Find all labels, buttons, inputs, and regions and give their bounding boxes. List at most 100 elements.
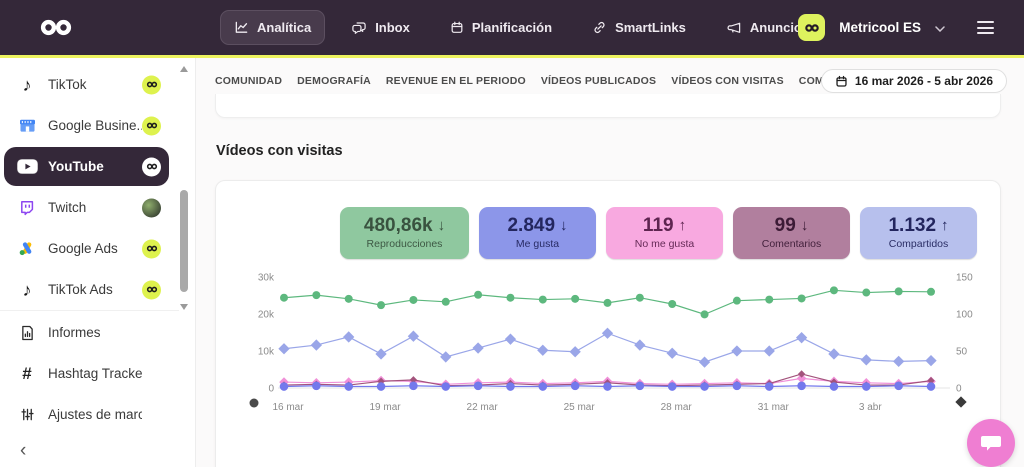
report-icon <box>15 325 39 341</box>
header-account-area: Metricool ES <box>798 0 998 55</box>
tiktok-icon: ♪ <box>22 279 32 300</box>
metric-card-reproducciones[interactable]: 480,86k ↓ Reproducciones <box>340 207 469 259</box>
metric-card-me-gusta[interactable]: 2.849 ↓ Me gusta <box>479 207 596 259</box>
nav-item-analitica[interactable]: Analítica <box>220 10 326 45</box>
youtube-icon <box>15 159 39 174</box>
visits-chart: 0 10k 20k 30k 0 50 100 150 16 mar 19 mar 22 mar 25 … <box>234 271 982 419</box>
metric-card-compartidos[interactable]: 1.132 ↑ Compartidos <box>860 207 977 259</box>
account-avatar[interactable] <box>798 14 826 41</box>
channel-list: ♪ TikTok Google Busine... YouTube Twitch Goog… <box>0 64 195 310</box>
analytics-section-tabs: COMUNIDAD DEMOGRAFÍA REVENUE EN EL PERIODO… <box>215 75 886 87</box>
megaphone-icon <box>726 20 742 35</box>
metricool-badge-icon <box>142 75 161 94</box>
nav-item-planificacion[interactable]: Planificación <box>436 10 566 45</box>
google-business-icon <box>15 118 39 133</box>
x-axis-tick: 28 mar <box>661 402 693 413</box>
tab-comunidad[interactable]: COMUNIDAD <box>215 75 282 87</box>
main-nav: Analítica Inbox Planificación SmartLinks Anu… <box>220 0 823 55</box>
nav-item-inbox[interactable]: Inbox <box>337 10 424 45</box>
chevron-down-icon[interactable] <box>935 25 945 32</box>
trend-arrow-icon: ↑ <box>941 217 949 235</box>
sidebar-item-tiktok[interactable]: ♪ TikTok <box>0 64 195 105</box>
sidebar-item-google-ads[interactable]: Google Ads <box>0 228 195 269</box>
metricool-logo-icon[interactable] <box>40 18 72 37</box>
videos-con-visitas-card: 480,86k ↓ Reproducciones 2.849 ↓ Me gusta 119 ↑… <box>215 180 1001 467</box>
sidebar-collapse-button[interactable]: ‹ <box>12 436 34 466</box>
nav-item-smartlinks[interactable]: SmartLinks <box>578 10 700 45</box>
tiktok-icon: ♪ <box>22 74 32 95</box>
chart-series-me-gusta <box>278 327 937 368</box>
trend-arrow-icon: ↓ <box>560 217 568 235</box>
metric-label: Compartidos <box>888 237 949 250</box>
metric-value: 119 ↑ <box>642 215 687 237</box>
right-axis-handle-icon[interactable] <box>955 396 967 408</box>
top-nav-bar: Analítica Inbox Planificación SmartLinks Anu… <box>0 0 1024 58</box>
tab-revenue-en-el-periodo[interactable]: REVENUE EN EL PERIODO <box>386 75 526 87</box>
tool-label: Hashtag Tracker <box>48 366 142 381</box>
x-axis-tick: 3 abr <box>859 402 882 413</box>
metricool-badge-icon <box>142 280 161 299</box>
tab-videos-publicados[interactable]: VÍDEOS PUBLICADOS <box>541 75 656 87</box>
right-axis-tick: 150 <box>956 273 973 284</box>
nav-item-label: Planificación <box>471 20 553 35</box>
right-axis-tick: 50 <box>956 347 968 358</box>
calendar-icon <box>450 20 464 35</box>
left-axis-tick: 10k <box>258 347 275 358</box>
metric-label: No me gusta <box>634 237 695 250</box>
sidebar-item-hashtag-tracker[interactable]: # Hashtag Tracker <box>0 353 195 394</box>
nav-item-label: Analítica <box>257 20 312 35</box>
left-axis-handle-icon[interactable] <box>249 398 259 408</box>
x-axis-tick: 31 mar <box>758 402 790 413</box>
channel-label: YouTube <box>48 159 104 174</box>
calendar-icon <box>835 75 848 88</box>
account-name[interactable]: Metricool ES <box>839 20 921 35</box>
right-axis-tick: 100 <box>956 310 973 321</box>
metric-label: Reproducciones <box>366 237 443 250</box>
twitch-icon <box>15 200 39 216</box>
link-icon <box>592 20 607 35</box>
scroll-up-icon[interactable] <box>180 66 188 72</box>
nav-item-label: Inbox <box>375 20 410 35</box>
left-axis-tick: 30k <box>258 273 275 284</box>
trend-arrow-icon: ↑ <box>678 217 687 235</box>
profile-photo-badge <box>142 198 161 217</box>
sidebar-item-ajustes-de-marca[interactable]: Ajustes de marca <box>0 394 195 435</box>
metricool-badge-icon <box>142 116 161 135</box>
left-axis-tick: 20k <box>258 310 275 321</box>
tab-demografia[interactable]: DEMOGRAFÍA <box>297 75 371 87</box>
x-axis-tick: 16 mar <box>272 402 304 413</box>
metricool-badge-icon <box>142 239 161 258</box>
scrollbar-thumb[interactable] <box>180 190 188 292</box>
metric-card-comentarios[interactable]: 99 ↓ Comentarios <box>733 207 850 259</box>
hashtag-icon: # <box>22 364 32 383</box>
channel-label: Google Busine... <box>48 118 142 133</box>
metric-label: Comentarios <box>761 237 822 250</box>
chart-series-reproducciones <box>280 286 935 319</box>
channels-sidebar: ♪ TikTok Google Busine... YouTube Twitch Goog… <box>0 58 196 467</box>
sidebar-item-tiktok-ads[interactable]: ♪ TikTok Ads <box>0 269 195 310</box>
x-axis-tick: 25 mar <box>564 402 596 413</box>
metric-card-no-me-gusta[interactable]: 119 ↑ No me gusta <box>606 207 723 259</box>
metricool-badge-icon <box>142 157 161 176</box>
left-axis-tick: 0 <box>268 384 274 395</box>
metric-value: 99 ↓ <box>774 215 809 237</box>
support-chat-button[interactable] <box>967 419 1015 467</box>
x-axis-tick: 19 mar <box>369 402 401 413</box>
sidebar-item-youtube[interactable]: YouTube <box>0 146 195 187</box>
channel-label: Twitch <box>48 200 87 215</box>
google-ads-icon <box>15 241 39 256</box>
sidebar-item-twitch[interactable]: Twitch <box>0 187 195 228</box>
sliders-icon <box>15 407 39 422</box>
tools-list: Informes # Hashtag Tracker Ajustes de marca <box>0 312 195 435</box>
sidebar-scrollbar[interactable] <box>179 62 189 314</box>
scroll-down-icon[interactable] <box>180 304 188 310</box>
page-title: Vídeos con visitas <box>216 143 343 159</box>
date-range-picker[interactable]: 16 mar 2026 - 5 abr 2026 <box>820 69 1007 93</box>
sidebar-item-google-busine[interactable]: Google Busine... <box>0 105 195 146</box>
metric-value: 1.132 ↑ <box>888 215 949 237</box>
hamburger-menu-icon[interactable] <box>973 17 998 38</box>
sidebar-item-informes[interactable]: Informes <box>0 312 195 353</box>
tab-videos-con-visitas[interactable]: VÍDEOS CON VISITAS <box>671 75 784 87</box>
previous-card-bottom <box>215 94 1001 118</box>
channel-label: TikTok Ads <box>48 282 113 297</box>
